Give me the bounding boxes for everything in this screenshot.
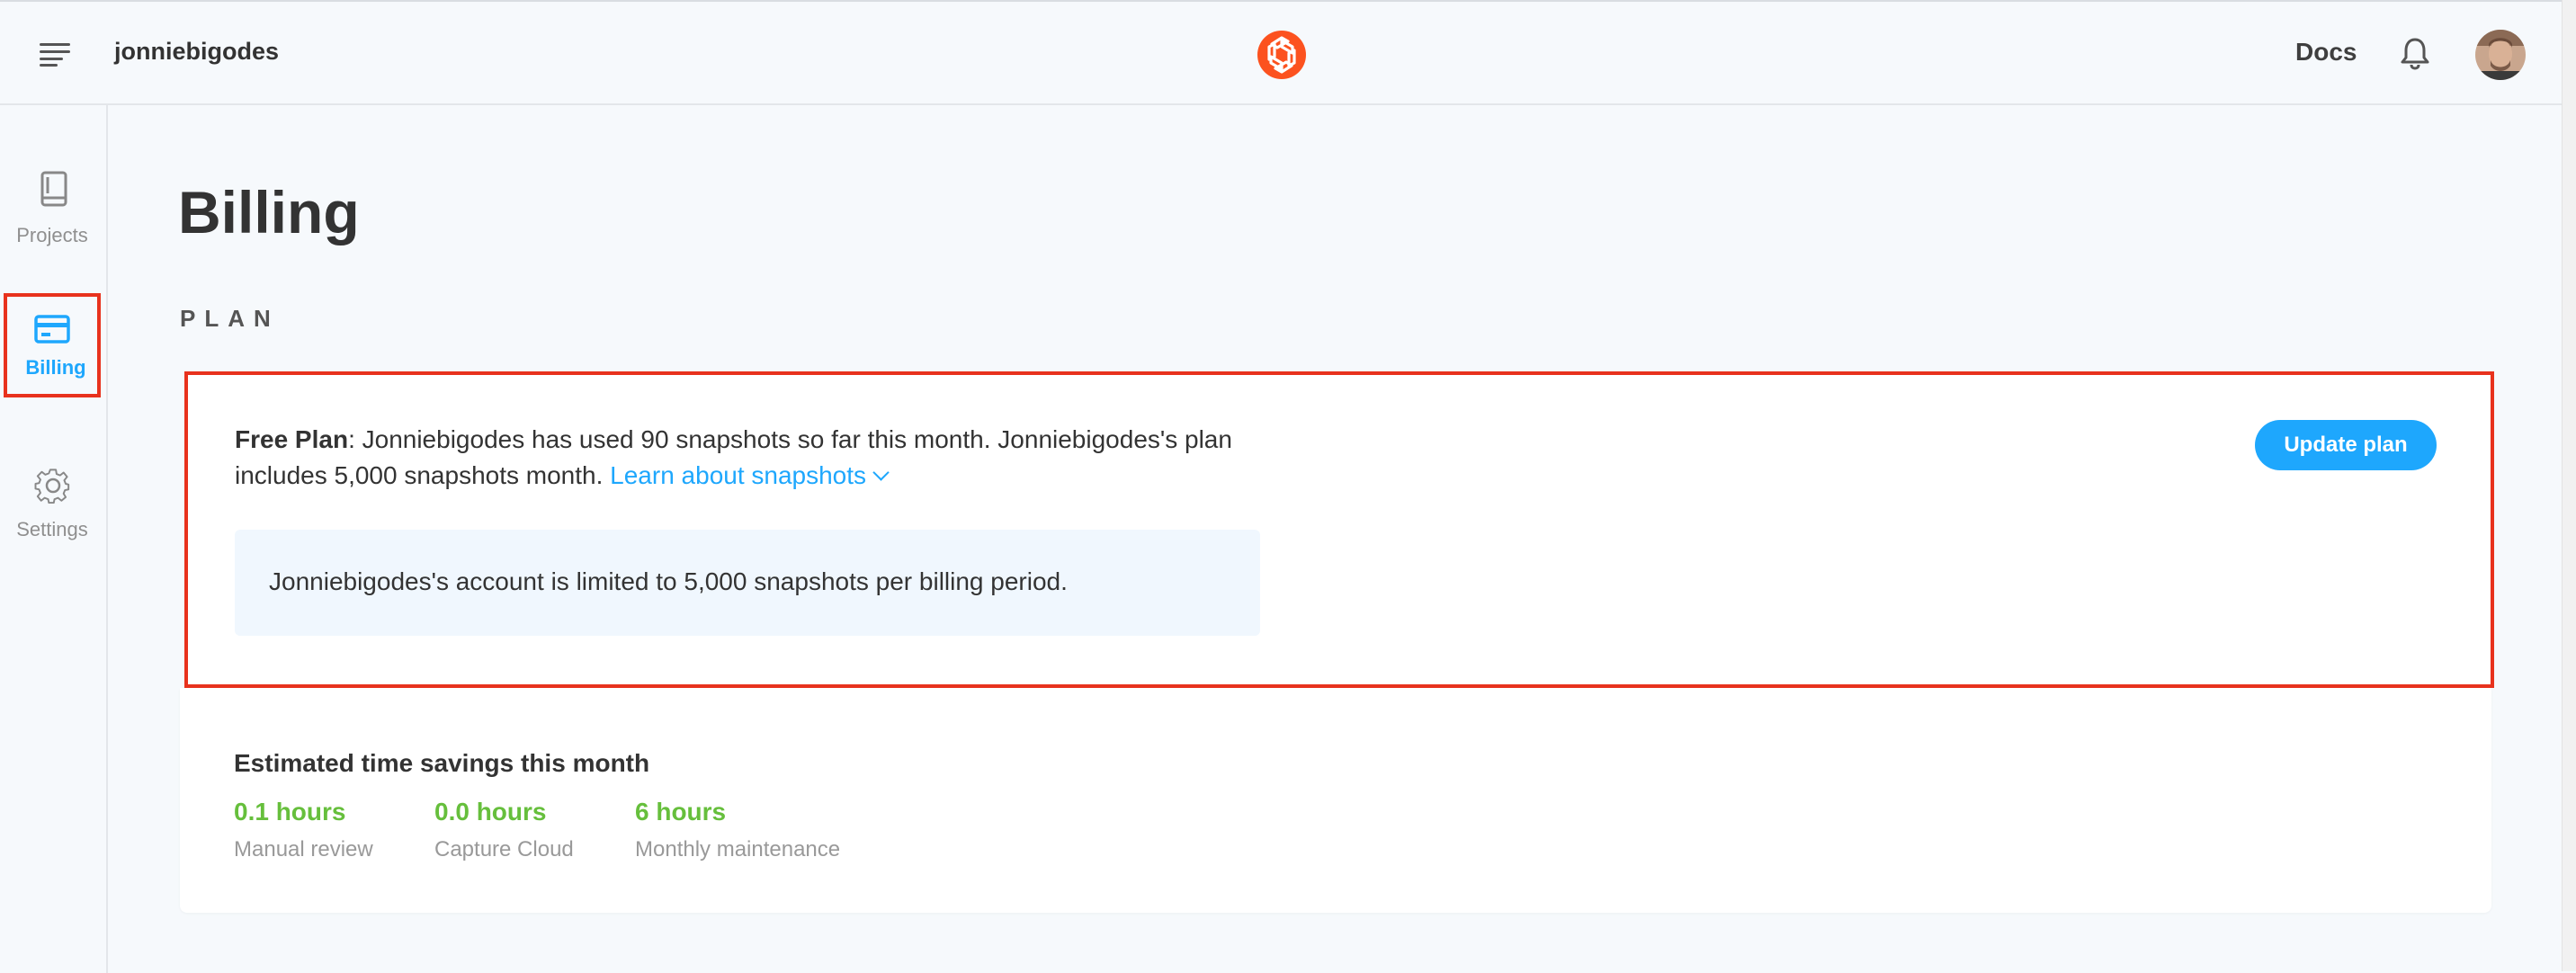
stat-label: Monthly maintenance bbox=[635, 837, 841, 861]
stat-value: 0.1 hours bbox=[234, 798, 346, 826]
stat-label: Manual review bbox=[234, 837, 373, 861]
page-title: Billing bbox=[178, 179, 360, 245]
stat-value: 6 hours bbox=[635, 798, 727, 826]
sidebar-item-settings[interactable]: Settings bbox=[4, 453, 101, 554]
top-header: jonniebigodes Docs bbox=[0, 4, 2562, 105]
update-plan-button[interactable]: Update plan bbox=[2255, 420, 2437, 470]
sidebar-item-billing[interactable]: Billing bbox=[4, 293, 101, 397]
sidebar: Projects Billing Settings bbox=[0, 105, 108, 973]
sidebar-item-label: Projects bbox=[16, 224, 88, 246]
learn-about-snapshots-link[interactable]: Learn about snapshots bbox=[610, 461, 890, 489]
vertical-scrollbar[interactable] bbox=[2562, 0, 2576, 971]
time-savings-card: Estimated time savings this month 0.1 ho… bbox=[180, 688, 2491, 913]
menu-icon[interactable] bbox=[40, 43, 70, 67]
credit-card-icon bbox=[34, 315, 70, 344]
learn-link-label: Learn about snapshots bbox=[610, 461, 867, 489]
docs-link[interactable]: Docs bbox=[2295, 38, 2357, 67]
limit-notice-text: Jonniebigodes's account is limited to 5,… bbox=[269, 567, 1068, 595]
stat-label: Capture Cloud bbox=[434, 837, 574, 861]
app-window: jonniebigodes Docs Projects Billing Sett… bbox=[0, 0, 2562, 973]
stat-manual-review: 0.1 hours Manual review bbox=[234, 798, 373, 862]
sidebar-item-label: Settings bbox=[16, 518, 88, 540]
sidebar-item-label: Billing bbox=[25, 356, 86, 379]
stat-capture-cloud: 0.0 hours Capture Cloud bbox=[434, 798, 574, 862]
account-name[interactable]: jonniebigodes bbox=[114, 38, 279, 66]
sidebar-item-projects[interactable]: Projects bbox=[4, 159, 101, 260]
stat-monthly-maintenance: 6 hours Monthly maintenance bbox=[635, 798, 840, 862]
book-icon bbox=[40, 171, 67, 207]
stat-value: 0.0 hours bbox=[434, 798, 547, 826]
chromatic-logo-icon[interactable] bbox=[1257, 31, 1306, 79]
notifications-bell-icon[interactable] bbox=[2399, 36, 2431, 70]
plan-card: Free Plan: Jonniebigodes has used 90 sna… bbox=[184, 371, 2494, 688]
section-label-plan: PLAN bbox=[180, 305, 280, 332]
savings-title: Estimated time savings this month bbox=[234, 749, 650, 777]
plan-description: Free Plan: Jonniebigodes has used 90 sna… bbox=[235, 422, 1278, 494]
plan-name: Free Plan bbox=[235, 425, 349, 453]
gear-icon bbox=[34, 469, 70, 504]
chevron-down-icon bbox=[872, 464, 890, 481]
user-avatar[interactable] bbox=[2475, 30, 2526, 80]
limit-notice-box: Jonniebigodes's account is limited to 5,… bbox=[235, 530, 1260, 636]
